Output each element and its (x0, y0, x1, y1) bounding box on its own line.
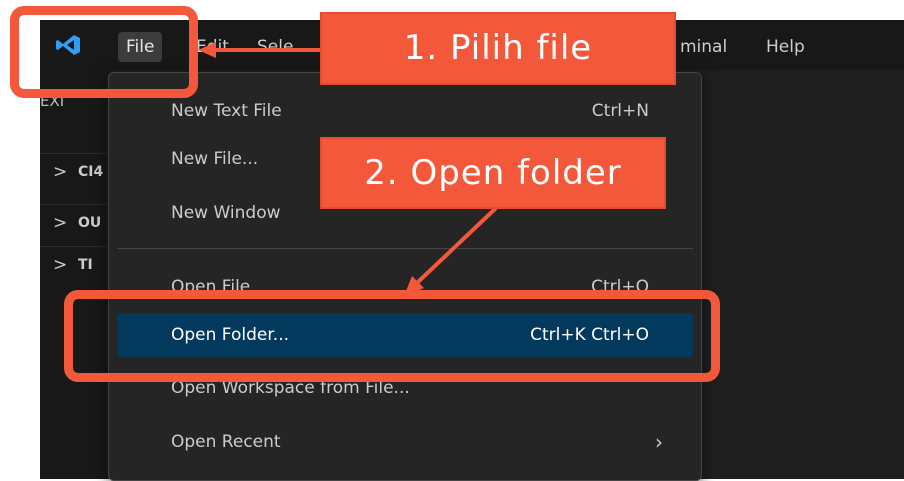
menu-item-open-recent[interactable]: Open Recent › (117, 420, 693, 464)
chevron-right-icon: > (53, 213, 68, 233)
sidebar-section-ci4[interactable]: > CI4 (40, 153, 110, 190)
menu-item-shortcut: Ctrl+N (591, 101, 649, 121)
callout-step-1: 1. Pilih file (320, 12, 676, 85)
menu-item-label: New File... (171, 149, 259, 169)
sidebar-section-label: CI4 (78, 164, 104, 180)
callout-step-2: 2. Open folder (320, 137, 666, 209)
menu-help[interactable]: Help (766, 37, 805, 57)
sidebar-section-timeline[interactable]: > TI (40, 246, 110, 283)
chevron-right-icon: › (655, 430, 663, 454)
file-menu-dropdown: New Text File Ctrl+N New File... New Win… (108, 72, 702, 481)
menu-edit[interactable]: Edit (196, 37, 229, 57)
chevron-right-icon: > (53, 162, 68, 182)
chevron-right-icon: > (53, 255, 68, 275)
menu-item-label: New Window (171, 203, 281, 223)
menu-separator (117, 248, 693, 249)
highlight-file-menu (10, 6, 198, 98)
menu-selection[interactable]: Sele (257, 37, 293, 57)
sidebar-section-outline[interactable]: > OU (40, 204, 110, 241)
sidebar-section-label: TI (78, 257, 93, 273)
menu-item-new-text-file[interactable]: New Text File Ctrl+N (117, 89, 693, 133)
menu-item-label: Open Recent (171, 432, 281, 452)
sidebar-section-label: OU (78, 215, 102, 231)
menu-terminal[interactable]: minal (680, 37, 727, 57)
highlight-open-folder (64, 290, 720, 382)
